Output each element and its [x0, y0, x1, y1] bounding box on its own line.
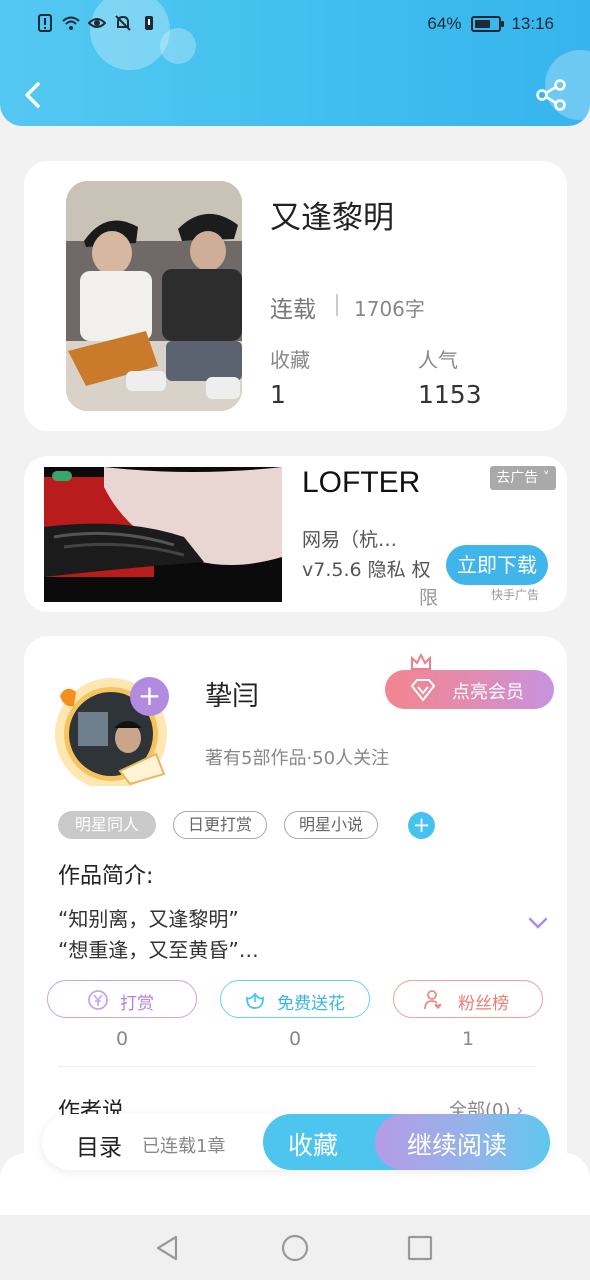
system-nav-bar: [0, 1215, 590, 1280]
vip-label: 点亮会员: [452, 682, 524, 703]
flower-icon: [246, 992, 264, 1009]
book-cover-image[interactable]: [66, 181, 242, 411]
vip-button[interactable]: 点亮会员: [385, 670, 554, 709]
tip-label: 打赏: [120, 994, 154, 1014]
ad-app-name: LOFTER: [302, 466, 421, 499]
chevron-left-icon[interactable]: [18, 78, 50, 112]
header: 64% 13:16: [0, 0, 590, 126]
battery-percent: 64%: [427, 14, 462, 33]
fan-count: 1: [462, 1028, 475, 1050]
remove-ad-label: 去广告: [496, 470, 539, 486]
author-name: 挚闫: [205, 681, 259, 712]
eye-icon: [88, 18, 106, 28]
chevron-down-icon[interactable]: [527, 914, 549, 932]
favorite-label: 收藏: [288, 1131, 339, 1160]
battery-alert-icon: [145, 16, 153, 30]
chapter-count: 已连载1章: [142, 1136, 226, 1157]
tag-chip[interactable]: 日更打赏: [173, 811, 267, 839]
home-circle-icon[interactable]: [279, 1232, 311, 1264]
back-triangle-icon[interactable]: [152, 1232, 184, 1264]
clock: 13:16: [511, 14, 554, 33]
fan-ranking-label: 粉丝榜: [458, 994, 509, 1014]
continue-reading-label: 继续阅读: [407, 1131, 508, 1160]
mute-bell-icon: [115, 15, 131, 31]
tip-button[interactable]: 打赏: [47, 980, 197, 1018]
intro-title: 作品简介:: [58, 864, 154, 889]
continue-reading-button[interactable]: 继续阅读: [375, 1114, 550, 1170]
recent-square-icon[interactable]: [404, 1232, 436, 1264]
send-flower-button[interactable]: 免费送花: [220, 980, 370, 1018]
tag-chip[interactable]: 明星小说: [284, 811, 378, 839]
crown-icon: [411, 653, 431, 670]
stat-value-popularity: 1153: [418, 380, 482, 409]
fan-person-icon: [424, 990, 442, 1010]
word-count: 1706字: [354, 297, 425, 321]
alert-icon: [38, 14, 52, 32]
table-of-contents-button[interactable]: 目录: [76, 1128, 122, 1162]
ad-publisher: 网易（杭…: [302, 529, 398, 551]
serial-status: 连载: [270, 297, 316, 323]
ad-image[interactable]: [44, 467, 282, 602]
add-tag-button[interactable]: +: [408, 812, 435, 839]
wifi-icon: [62, 16, 80, 30]
status-bar: 64% 13:16: [36, 12, 554, 38]
tip-count: 0: [116, 1028, 129, 1050]
flower-count: 0: [289, 1028, 302, 1050]
battery-level: [475, 20, 490, 28]
author-meta: 著有5部作品·50人关注: [205, 748, 390, 769]
ad-permission-info: 限: [419, 587, 439, 609]
ad-download-button[interactable]: 立即下载: [446, 545, 548, 585]
fan-ranking-button[interactable]: 粉丝榜: [393, 980, 543, 1018]
book-title: 又逢黎明: [270, 200, 394, 236]
tag-chip[interactable]: 明星同人: [58, 811, 156, 839]
diamond-icon: [410, 679, 436, 702]
ad-version-info: v7.5.6 隐私 权: [302, 559, 431, 581]
follow-plus-button[interactable]: +: [130, 677, 169, 716]
divider: [58, 1066, 536, 1067]
intro-line: “知别离，又逢黎明”: [58, 907, 239, 931]
send-flower-label: 免费送花: [277, 994, 345, 1014]
battery-icon: [471, 16, 505, 32]
stat-label-favorites: 收藏: [270, 348, 310, 372]
divider: [336, 294, 338, 316]
stat-label-popularity: 人气: [418, 348, 458, 372]
remove-ad-button[interactable]: 去广告 ˅: [490, 466, 556, 490]
share-icon[interactable]: [534, 78, 568, 112]
intro-line: “想重逢，又至黄昏”…: [58, 938, 259, 962]
yen-coin-icon: [88, 990, 108, 1010]
ad-source-label: 快手广告: [491, 588, 540, 602]
stat-value-favorites: 1: [270, 380, 286, 409]
